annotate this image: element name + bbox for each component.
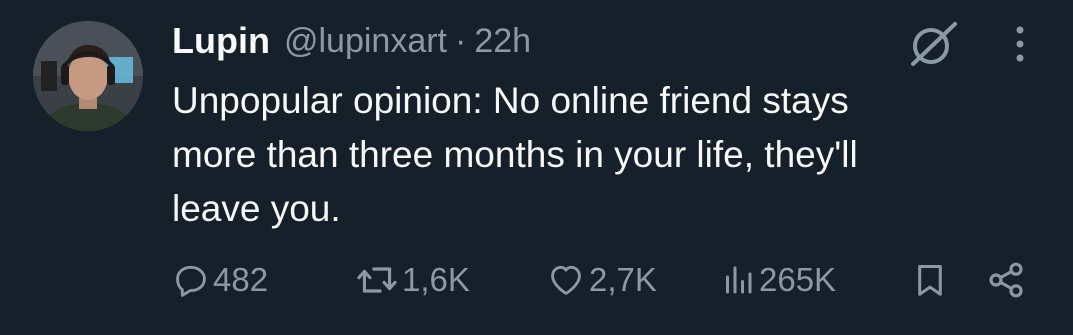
share-button[interactable] xyxy=(985,252,1027,308)
reply-button[interactable]: 482 xyxy=(172,252,268,308)
timestamp[interactable]: 22h xyxy=(474,22,531,61)
repost-icon xyxy=(357,267,397,293)
author-name[interactable]: Lupin xyxy=(172,20,270,62)
action-bar: 482 1,6K 2,7K 265K xyxy=(0,252,1073,308)
like-count: 2,7K xyxy=(589,261,657,298)
author-handle[interactable]: @lupinxart xyxy=(284,22,447,61)
views-count: 265K xyxy=(759,261,837,298)
tweet-header: Lupin @lupinxart · 22h xyxy=(172,16,531,66)
repost-button[interactable]: 1,6K xyxy=(355,252,470,308)
avatar[interactable] xyxy=(33,21,143,131)
repost-count: 1,6K xyxy=(402,261,470,298)
views-button[interactable]: 265K xyxy=(720,252,836,308)
reply-icon xyxy=(176,265,206,297)
tweet[interactable]: Lupin @lupinxart · 22h Unpopular opinion… xyxy=(0,0,1073,335)
tweet-text-line: leave you. xyxy=(172,188,341,229)
views-icon xyxy=(726,266,752,294)
bookmark-icon xyxy=(918,265,942,296)
bookmark-button[interactable] xyxy=(911,252,949,308)
tweet-text-line: more than three months in your life, the… xyxy=(172,134,858,175)
tweet-text-line: Unpopular opinion: No online friend stay… xyxy=(172,80,849,121)
share-icon xyxy=(989,262,1023,298)
reply-count: 482 xyxy=(213,261,269,298)
more-icon[interactable] xyxy=(1005,22,1035,66)
grok-icon[interactable] xyxy=(905,20,959,68)
heart-icon xyxy=(551,265,581,295)
tweet-text: Unpopular opinion: No online friend stay… xyxy=(172,74,1032,236)
like-button[interactable]: 2,7K xyxy=(546,252,657,308)
separator: · xyxy=(455,21,467,60)
